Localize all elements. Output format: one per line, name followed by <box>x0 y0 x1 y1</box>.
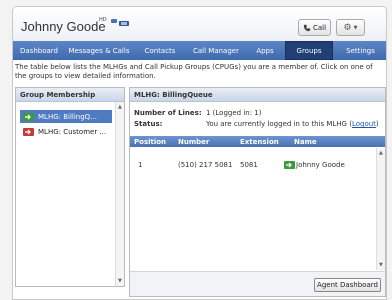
member-logged-in-icon <box>284 161 295 169</box>
hd-badge: HD <box>99 17 107 23</box>
tab-apps[interactable]: Apps <box>245 41 285 60</box>
status-label: Status: <box>134 120 163 128</box>
tab-contacts[interactable]: Contacts <box>133 41 187 60</box>
group-membership-title: Group Membership <box>16 88 124 102</box>
status-value: You are currently logged in to this MLHG… <box>206 120 352 128</box>
table-row[interactable]: 1 (510) 217 5081 5081 Johnny Goode <box>130 159 375 171</box>
chevron-down-icon: ▼ <box>353 24 358 31</box>
row-extension: 5081 <box>240 161 258 169</box>
devices-icon <box>111 19 129 26</box>
status-close: ) <box>375 120 379 128</box>
call-button-label: Call <box>312 23 327 32</box>
logout-link[interactable]: Logout <box>352 120 376 128</box>
app-window: Johnny Goode HD Call ⚙ ▼ Dashboard Messa… <box>12 6 387 300</box>
group-item-label: MLHG: BillingQ... <box>38 112 97 121</box>
column-header-extension[interactable]: Extension <box>240 138 279 146</box>
tab-messages-calls[interactable]: Messages & Calls <box>65 41 133 60</box>
number-of-lines-value: 1 (Logged in: 1) <box>206 109 262 117</box>
group-logged-in-icon <box>23 112 34 121</box>
user-name: Johnny Goode <box>21 19 106 34</box>
main-nav: Dashboard Messages & Calls Contacts Call… <box>13 41 386 60</box>
call-button[interactable]: Call <box>298 19 331 36</box>
tab-groups[interactable]: Groups <box>285 41 333 60</box>
agent-dashboard-button[interactable]: Agent Dashboard <box>314 278 381 292</box>
settings-menu-button[interactable]: ⚙ ▼ <box>336 19 365 36</box>
scroll-up-icon[interactable]: ▲ <box>379 150 383 156</box>
number-of-lines-label: Number of Lines: <box>134 109 202 117</box>
phone-icon <box>303 24 311 31</box>
group-list-scrollbar[interactable]: ▲ ▼ <box>115 102 124 286</box>
column-header-number[interactable]: Number <box>178 138 209 146</box>
status-row: Status: You are currently logged in to th… <box>134 120 379 128</box>
table-header: Position Number Extension Name <box>130 136 385 147</box>
group-item-customer[interactable]: MLHG: Customer ... <box>20 125 112 138</box>
tab-call-manager[interactable]: Call Manager <box>187 41 245 60</box>
group-membership-panel: Group Membership MLHG: BillingQ... MLHG:… <box>15 87 125 287</box>
scroll-down-icon[interactable]: ▼ <box>379 262 383 268</box>
group-logged-out-icon <box>23 127 34 136</box>
number-of-lines-row: Number of Lines: 1 (Logged in: 1) <box>134 109 261 117</box>
scroll-up-icon[interactable]: ▲ <box>118 104 122 110</box>
group-detail-panel: MLHG: BillingQueue Number of Lines: 1 (Lo… <box>129 87 386 297</box>
intro-text: The table below lists the MLHGs and Call… <box>15 63 373 80</box>
tab-dashboard[interactable]: Dashboard <box>13 41 65 60</box>
row-number: (510) 217 5081 <box>178 161 233 169</box>
row-name: Johnny Goode <box>296 161 345 169</box>
members-scrollbar[interactable]: ▲ ▼ <box>376 148 385 270</box>
gear-icon: ⚙ <box>343 22 352 33</box>
group-item-billingqueue[interactable]: MLHG: BillingQ... <box>20 110 112 123</box>
tab-settings[interactable]: Settings <box>333 41 386 60</box>
detail-footer: Agent Dashboard <box>129 271 386 297</box>
group-detail-title: MLHG: BillingQueue <box>130 88 385 102</box>
column-header-name[interactable]: Name <box>294 138 317 146</box>
column-header-position[interactable]: Position <box>134 138 166 146</box>
scroll-down-icon[interactable]: ▼ <box>118 278 122 284</box>
group-item-label: MLHG: Customer ... <box>38 127 107 136</box>
header: Johnny Goode HD Call ⚙ ▼ <box>13 7 386 41</box>
row-position: 1 <box>138 161 143 169</box>
